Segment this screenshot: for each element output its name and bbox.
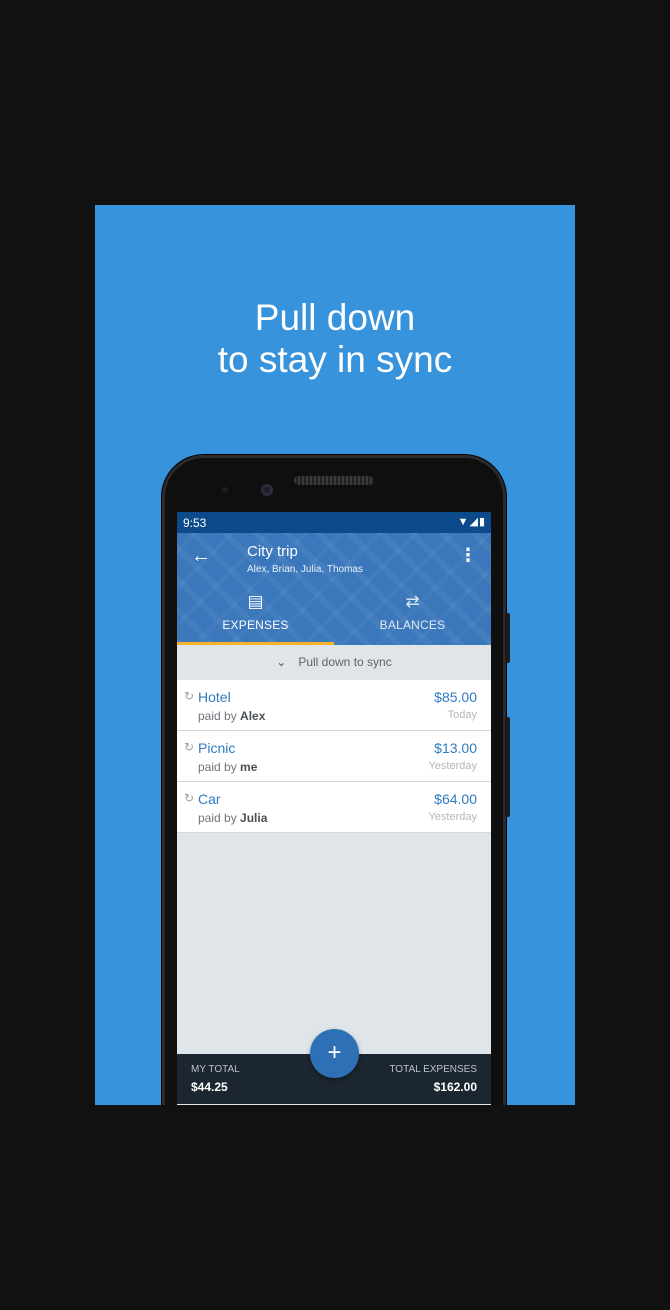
sensor-icon [222,487,228,493]
wifi-icon: ▼ [457,516,470,528]
trip-title: City trip [247,543,298,560]
back-arrow-icon[interactable]: ← [191,545,211,568]
expense-date: Today [447,709,477,721]
volume-button [505,717,510,817]
expense-amount: $85.00 [434,689,477,705]
headline-line-2: to stay in sync [217,339,453,380]
status-bar: 9:53 ▼◢▮ [177,512,491,533]
signal-icon: ◢ [469,516,479,528]
expense-name: Picnic [198,740,236,756]
my-total-value: $44.25 [191,1080,228,1094]
earpiece-speaker [294,476,374,485]
more-vert-icon[interactable]: ⋮ [459,545,477,566]
pull-to-sync-hint: ⌄ Pull down to sync [177,645,491,680]
front-camera-icon [261,484,273,496]
tab-balances-label: BALANCES [379,618,446,632]
expense-payer: paid by me [198,760,258,774]
receipt-icon: ▤ [247,592,264,611]
app-bar: ← City trip Alex, Brian, Julia, Thomas ⋮… [177,533,491,645]
power-button [505,613,510,663]
my-total-label: MY TOTAL [191,1064,240,1075]
trip-members: Alex, Brian, Julia, Thomas [247,564,363,575]
tab-expenses-label: EXPENSES [222,618,289,632]
add-expense-button[interactable]: + [310,1029,359,1078]
total-expenses-value: $162.00 [433,1080,477,1094]
phone-frame: 9:53 ▼◢▮ ← City trip Alex, Brian, Julia,… [162,455,510,1105]
expense-amount: $64.00 [434,791,477,807]
status-time: 9:53 [183,516,207,530]
app-screen: 9:53 ▼◢▮ ← City trip Alex, Brian, Julia,… [177,512,491,1105]
expense-date: Yesterday [428,760,477,772]
expense-name: Car [198,791,221,807]
list-item[interactable]: ↻ Picnic paid by me $13.00 Yesterday [177,731,491,782]
list-item[interactable]: ↻ Car paid by Julia $64.00 Yesterday [177,782,491,833]
tab-balances[interactable]: ⇄ BALANCES [334,589,491,645]
sync-pending-icon: ↻ [184,689,195,703]
chevron-down-icon: ⌄ [276,655,287,669]
sync-pending-icon: ↻ [184,740,195,754]
headline: Pull down to stay in sync [95,297,575,381]
expense-name: Hotel [198,689,231,705]
battery-icon: ▮ [478,516,486,528]
headline-line-1: Pull down [254,297,416,338]
sync-pending-icon: ↻ [184,791,195,805]
sync-hint-text: Pull down to sync [298,655,392,669]
transfer-arrows-icon: ⇄ [405,592,420,611]
total-expenses-label: TOTAL EXPENSES [389,1064,477,1075]
expense-list: ↻ Hotel paid by Alex $85.00 Today ↻ Picn… [177,680,491,833]
expense-date: Yesterday [428,811,477,823]
expense-amount: $13.00 [434,740,477,756]
expense-payer: paid by Alex [198,709,266,723]
add-icon: + [327,1039,342,1066]
status-icons: ▼◢▮ [458,515,486,528]
expense-payer: paid by Julia [198,811,268,825]
list-item[interactable]: ↻ Hotel paid by Alex $85.00 Today [177,680,491,731]
tab-expenses[interactable]: ▤ EXPENSES [177,589,334,645]
promo-panel: Pull down to stay in sync 9:53 ▼◢▮ ← Cit… [95,205,575,1105]
